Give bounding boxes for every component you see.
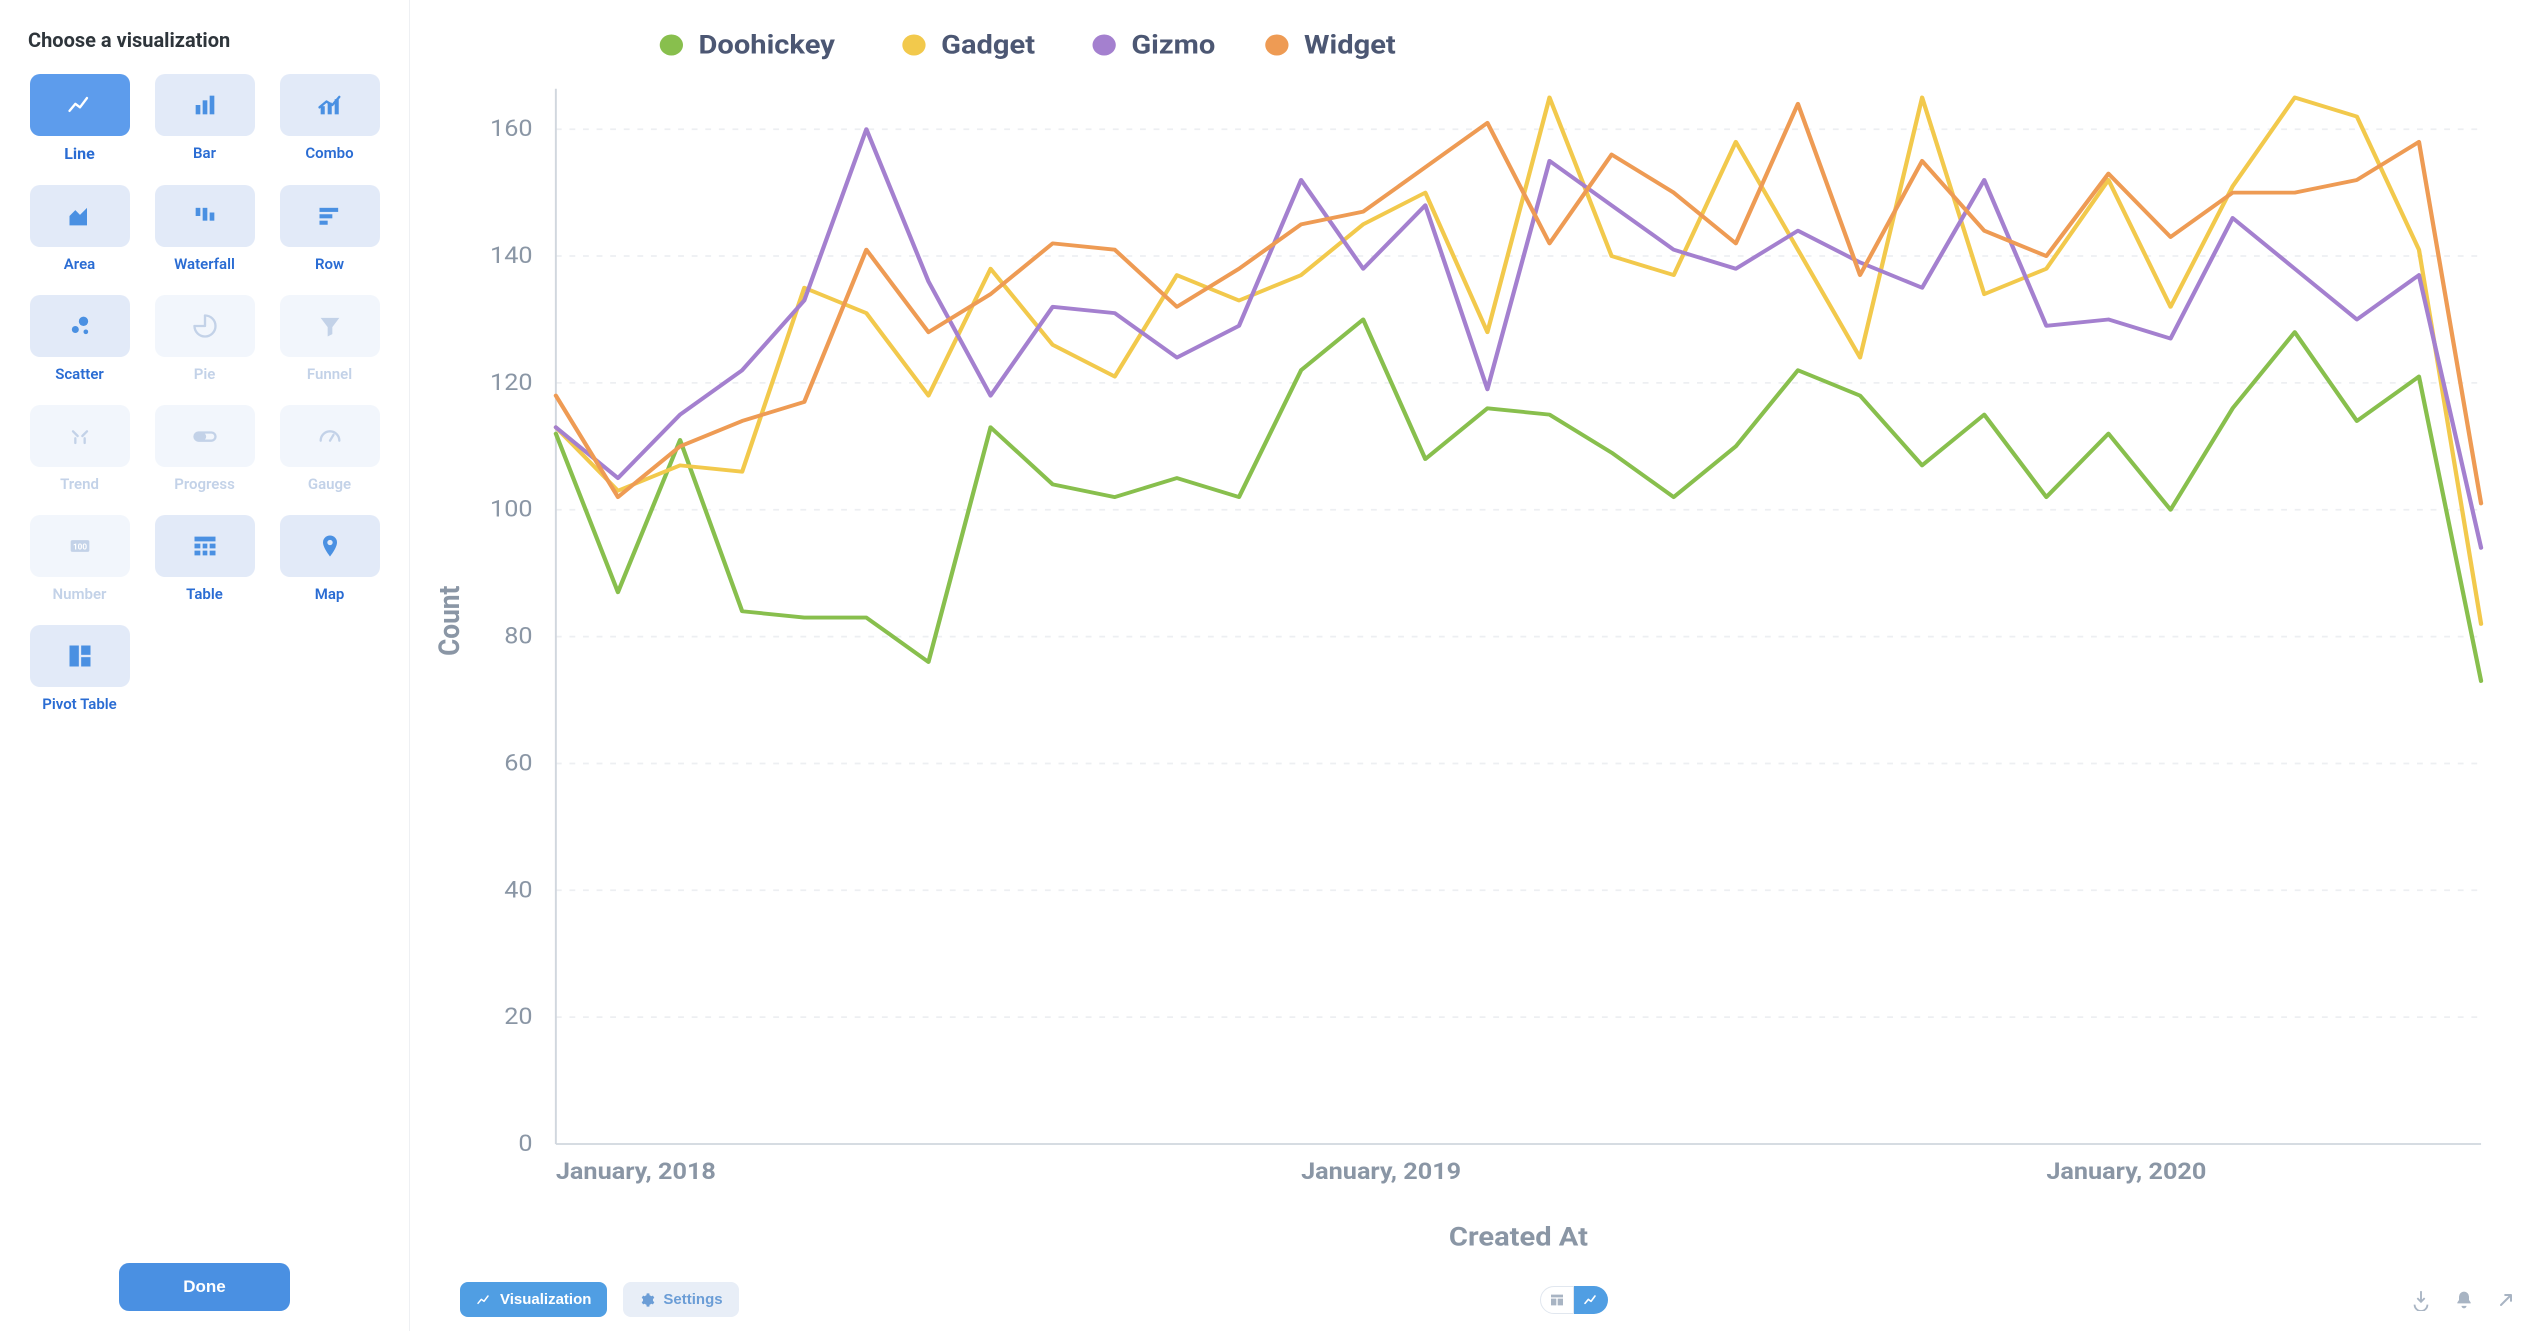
svg-text:January, 2018: January, 2018 — [556, 1158, 716, 1185]
main-panel: 20 40 60 80 100 120 140 160 0 January, 2018 Januar… — [410, 0, 2546, 1331]
viz-option-waterfall[interactable]: Waterfall — [153, 185, 256, 273]
gear-icon — [639, 1292, 655, 1308]
view-mode-toggle — [1540, 1286, 1608, 1314]
viz-option-label: Progress — [174, 475, 235, 493]
progress-icon — [155, 405, 255, 467]
svg-text:40: 40 — [504, 876, 532, 903]
viz-option-grid: Line Bar Combo Area Waterfall Row Scatter Pie Fu… — [28, 74, 381, 713]
map-icon — [280, 515, 380, 577]
visualization-button-label: Visualization — [500, 1291, 591, 1308]
viz-option-progress: Progress — [153, 405, 256, 493]
download-icon — [2410, 1289, 2432, 1311]
viz-option-trend: Trend — [28, 405, 131, 493]
viz-option-scatter[interactable]: Scatter — [28, 295, 131, 383]
chart-view-toggle[interactable] — [1574, 1286, 1608, 1314]
svg-text:0: 0 — [518, 1130, 532, 1157]
viz-option-label: Funnel — [307, 365, 352, 383]
done-button[interactable]: Done — [119, 1263, 290, 1311]
svg-text:140: 140 — [490, 242, 533, 269]
chart-area: 20 40 60 80 100 120 140 160 0 January, 2018 Januar… — [420, 10, 2516, 1270]
svg-text:60: 60 — [504, 750, 532, 777]
scatter-icon — [30, 295, 130, 357]
line-chart-icon — [476, 1292, 492, 1308]
trend-icon — [30, 405, 130, 467]
svg-text:Doohickey: Doohickey — [699, 29, 835, 60]
svg-text:Gizmo: Gizmo — [1131, 29, 1215, 60]
viz-option-bar[interactable]: Bar — [153, 74, 256, 163]
line-icon — [30, 74, 130, 136]
viz-option-label: Bar — [193, 144, 216, 162]
alerts-button[interactable] — [2454, 1290, 2474, 1310]
svg-text:80: 80 — [504, 623, 532, 650]
viz-option-label: Waterfall — [174, 255, 235, 273]
viz-option-label: Pivot Table — [42, 695, 116, 713]
pivot-icon — [30, 625, 130, 687]
viz-option-label: Row — [315, 255, 344, 273]
pie-icon — [155, 295, 255, 357]
viz-option-pivot[interactable]: Pivot Table — [28, 625, 131, 713]
settings-button[interactable]: Settings — [623, 1282, 738, 1317]
viz-option-label: Trend — [60, 475, 99, 493]
svg-text:January, 2019: January, 2019 — [1301, 1158, 1461, 1185]
viz-option-combo[interactable]: Combo — [278, 74, 381, 163]
viz-option-label: Line — [64, 144, 95, 163]
bell-icon — [2454, 1290, 2474, 1310]
svg-text:Widget: Widget — [1304, 29, 1396, 60]
waterfall-icon — [155, 185, 255, 247]
sidebar-title: Choose a visualization — [28, 28, 381, 52]
table-view-toggle[interactable] — [1540, 1286, 1574, 1314]
svg-text:160: 160 — [490, 115, 533, 142]
svg-text:20: 20 — [504, 1003, 532, 1030]
footer-actions — [2410, 1289, 2516, 1311]
fullscreen-button[interactable] — [2496, 1290, 2516, 1310]
viz-option-map[interactable]: Map — [278, 515, 381, 603]
table-icon — [155, 515, 255, 577]
svg-text:Gadget: Gadget — [941, 29, 1035, 60]
row-icon — [280, 185, 380, 247]
gauge-icon — [280, 405, 380, 467]
svg-text:100: 100 — [72, 542, 86, 552]
table-icon — [1549, 1292, 1565, 1308]
svg-text:Created At: Created At — [1449, 1221, 1588, 1252]
combo-icon — [280, 74, 380, 136]
viz-option-label: Number — [53, 585, 107, 603]
viz-option-funnel: Funnel — [278, 295, 381, 383]
viz-option-number: 100 Number — [28, 515, 131, 603]
line-chart-icon — [1583, 1292, 1599, 1308]
viz-option-label: Combo — [305, 144, 353, 162]
viz-option-label: Pie — [194, 365, 216, 383]
expand-icon — [2496, 1290, 2516, 1310]
viz-option-area[interactable]: Area — [28, 185, 131, 273]
funnel-icon — [280, 295, 380, 357]
svg-text:120: 120 — [490, 369, 533, 396]
viz-option-label: Scatter — [55, 365, 104, 383]
visualization-sidebar: Choose a visualization Line Bar Combo Area W… — [0, 0, 410, 1331]
viz-option-pie: Pie — [153, 295, 256, 383]
bar-icon — [155, 74, 255, 136]
svg-text:Count: Count — [432, 586, 467, 656]
viz-option-label: Table — [186, 585, 223, 603]
viz-option-line[interactable]: Line — [28, 74, 131, 163]
svg-text:100: 100 — [490, 496, 533, 523]
chart-svg: 20 40 60 80 100 120 140 160 0 January, 2018 Januar… — [420, 10, 2516, 1270]
viz-option-label: Gauge — [308, 475, 351, 493]
viz-option-table[interactable]: Table — [153, 515, 256, 603]
viz-option-gauge: Gauge — [278, 405, 381, 493]
viz-option-label: Area — [64, 255, 95, 273]
svg-text:January, 2020: January, 2020 — [2046, 1158, 2206, 1185]
viz-option-label: Map — [315, 585, 345, 603]
visualization-button[interactable]: Visualization — [460, 1282, 607, 1317]
download-button[interactable] — [2410, 1289, 2432, 1311]
viz-option-row[interactable]: Row — [278, 185, 381, 273]
area-icon — [30, 185, 130, 247]
number-icon: 100 — [30, 515, 130, 577]
settings-button-label: Settings — [663, 1291, 722, 1308]
chart-footer: Visualization Settings — [420, 1270, 2516, 1321]
